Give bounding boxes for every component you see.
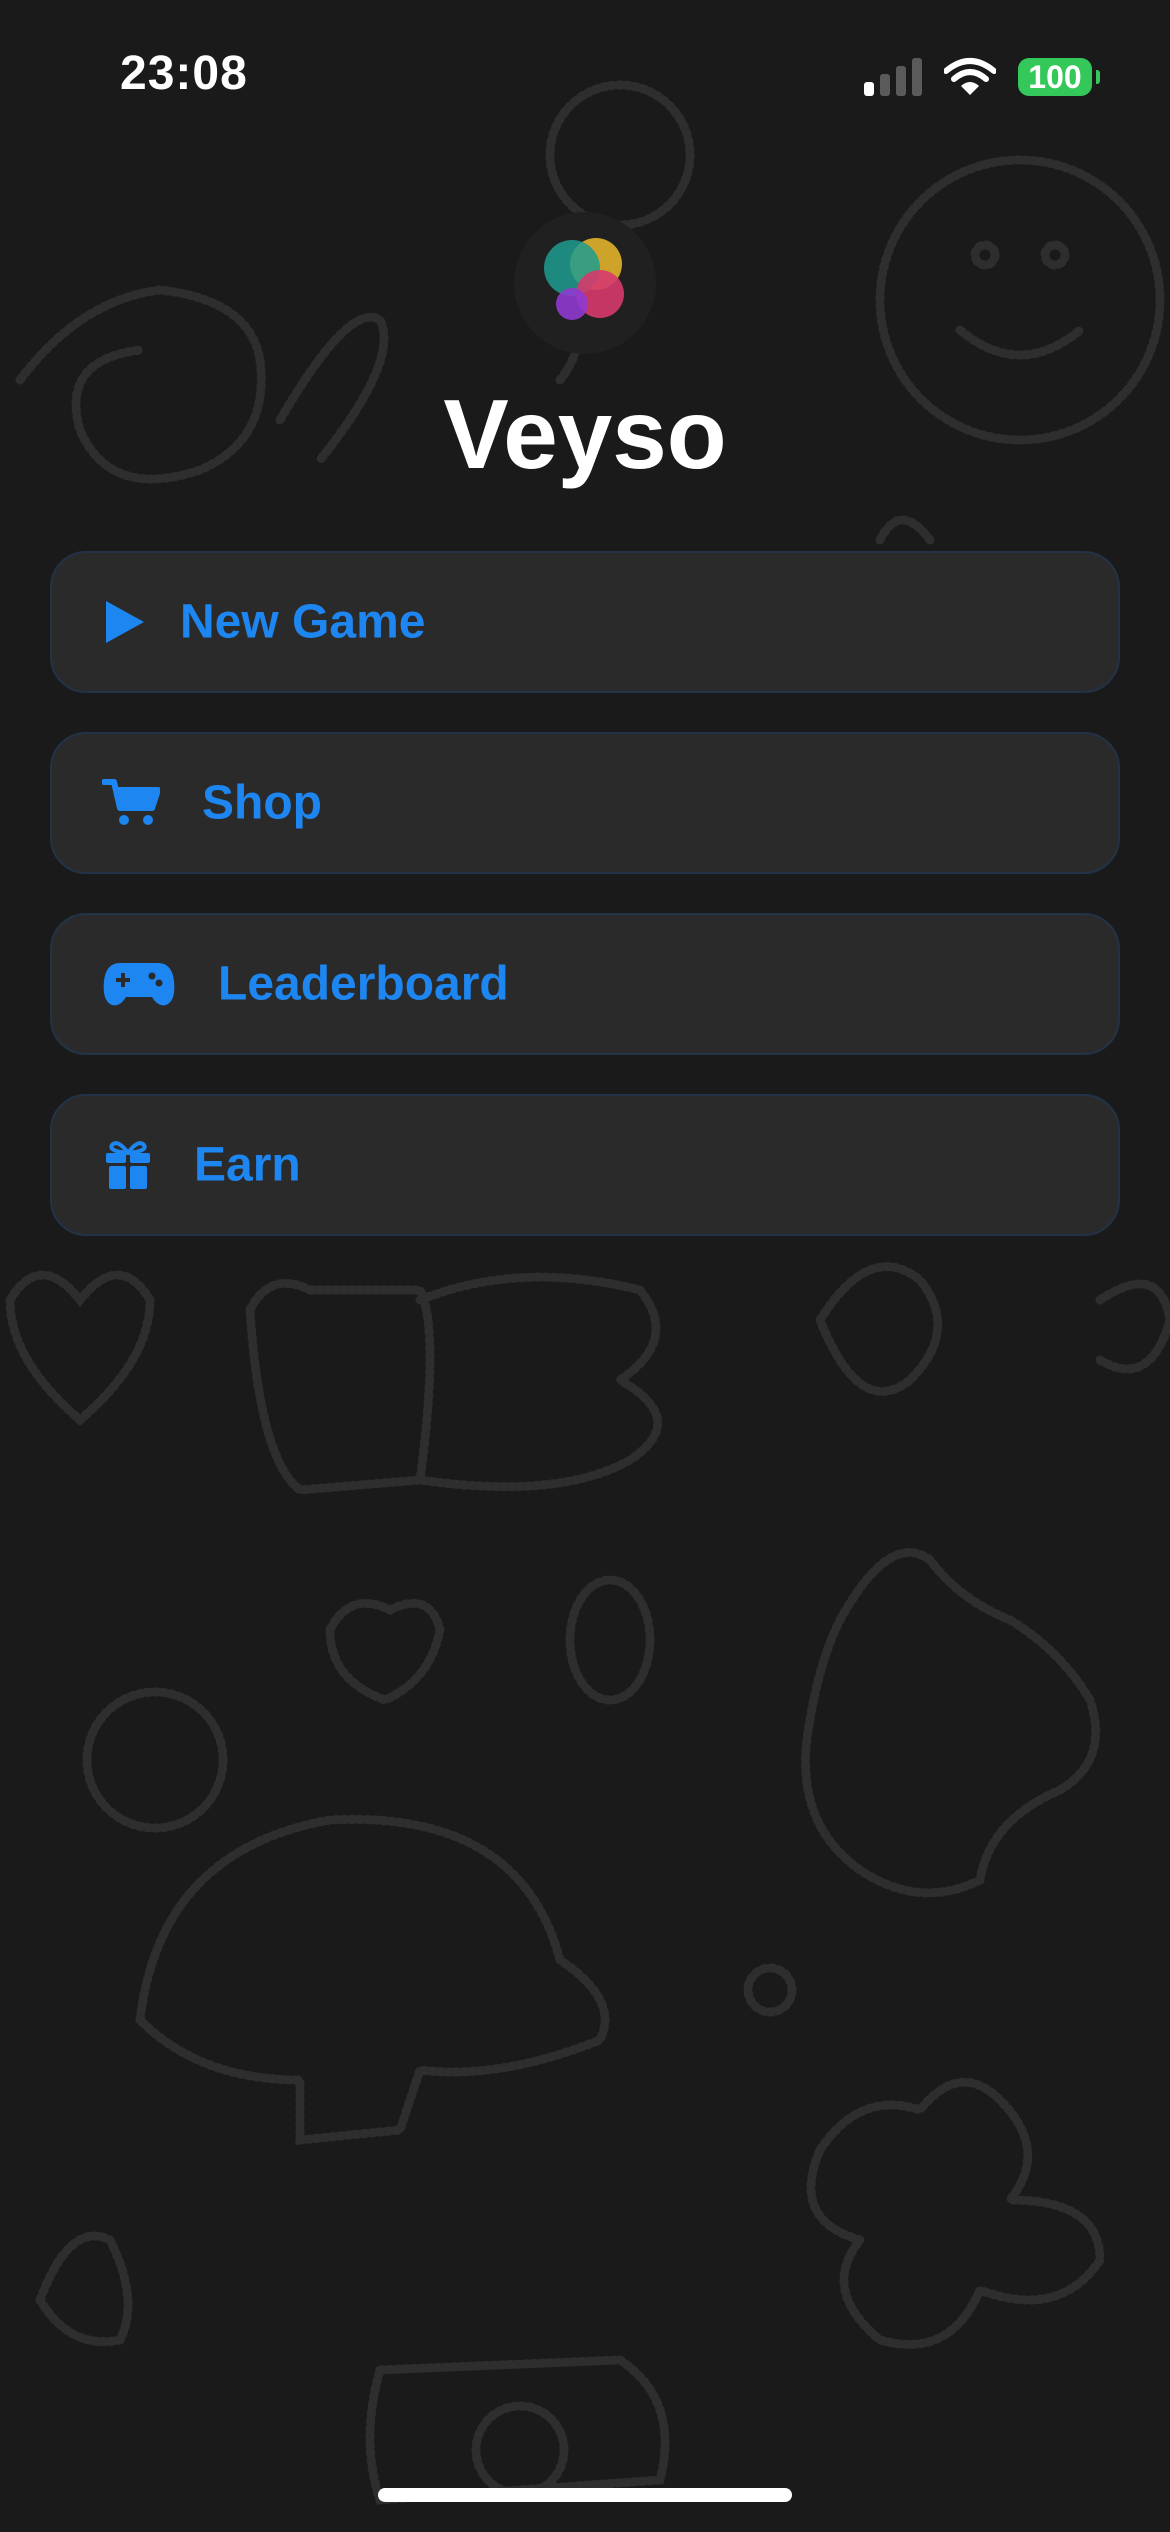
app-title: Veyso bbox=[443, 379, 727, 489]
cart-icon bbox=[102, 778, 160, 828]
earn-label: Earn bbox=[194, 1138, 301, 1192]
leaderboard-button[interactable]: Leaderboard bbox=[50, 913, 1120, 1055]
game-center-bubbles-icon bbox=[544, 238, 624, 320]
shop-label: Shop bbox=[202, 776, 322, 830]
gift-icon bbox=[104, 1139, 152, 1191]
app-screen: 23:08 100 Veyso New Game Shop Leaderboar… bbox=[0, 0, 1170, 2532]
status-bar-right: 100 bbox=[864, 52, 1100, 102]
play-icon bbox=[104, 599, 146, 645]
gamecontroller-icon bbox=[102, 961, 176, 1007]
home-indicator[interactable] bbox=[378, 2488, 792, 2502]
wifi-icon bbox=[944, 58, 996, 95]
earn-button[interactable]: Earn bbox=[50, 1094, 1120, 1236]
cellular-signal-icon bbox=[864, 58, 922, 96]
leaderboard-label: Leaderboard bbox=[218, 957, 509, 1011]
shop-button[interactable]: Shop bbox=[50, 732, 1120, 874]
app-logo bbox=[514, 212, 656, 354]
new-game-button[interactable]: New Game bbox=[50, 551, 1120, 693]
status-time: 23:08 bbox=[120, 47, 248, 100]
new-game-label: New Game bbox=[180, 595, 426, 649]
battery-icon: 100 bbox=[1018, 58, 1100, 96]
